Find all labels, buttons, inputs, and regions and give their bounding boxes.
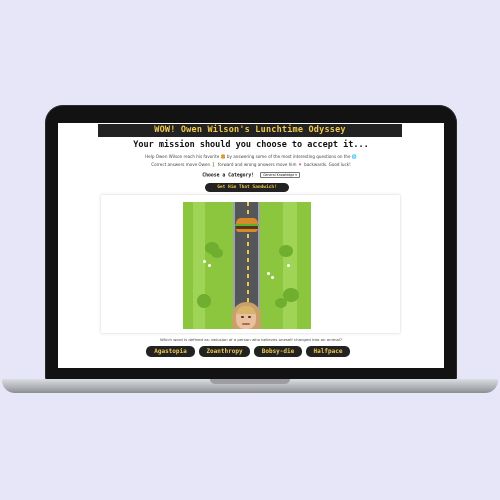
mission-heading: Your mission should you choose to accept… (133, 140, 369, 150)
answer-button-3[interactable]: Bobsy-die (254, 346, 302, 357)
bush-icon (197, 294, 211, 308)
flower-icon (287, 264, 290, 267)
laptop-notch (210, 379, 290, 384)
game-board (101, 195, 400, 333)
category-label: Choose a Category! (202, 173, 255, 179)
intro-line-1: Help Owen Wilson reach his favorite 🍔 by… (145, 154, 357, 159)
start-button[interactable]: Get Him That Sandwich! (205, 183, 289, 192)
bush-icon (211, 248, 223, 258)
burger-icon (234, 218, 260, 232)
flower-icon (208, 264, 211, 267)
bush-icon (279, 245, 293, 257)
intro-line-2: Correct answers move Owen 🚶 forward and … (151, 162, 351, 167)
quiz-question: Which word is defined as: delusion of a … (159, 337, 343, 342)
answer-button-4[interactable]: Halfpace (306, 346, 350, 357)
site-title: WOW! Owen Wilson's Lunchtime Odyssey (98, 124, 402, 137)
flower-icon (267, 272, 270, 275)
category-row: Choose a Category! General Knowledge ▾ (58, 172, 444, 179)
category-select[interactable]: General Knowledge ▾ (260, 172, 300, 178)
owen-wilson-avatar (236, 306, 256, 329)
laptop-screen: WOW! Owen Wilson's Lunchtime Odyssey You… (58, 123, 444, 368)
answer-button-1[interactable]: Agastopia (146, 346, 195, 357)
chevron-down-icon: ▾ (295, 173, 297, 177)
grass-stripe (193, 202, 205, 329)
answer-button-2[interactable]: Zoanthropy (199, 346, 250, 357)
category-selected: General Knowledge (263, 173, 295, 177)
flower-icon (203, 260, 206, 263)
game-field (183, 202, 311, 329)
bush-icon (275, 298, 287, 308)
flower-icon (271, 276, 274, 279)
grass-stripe (283, 202, 297, 329)
